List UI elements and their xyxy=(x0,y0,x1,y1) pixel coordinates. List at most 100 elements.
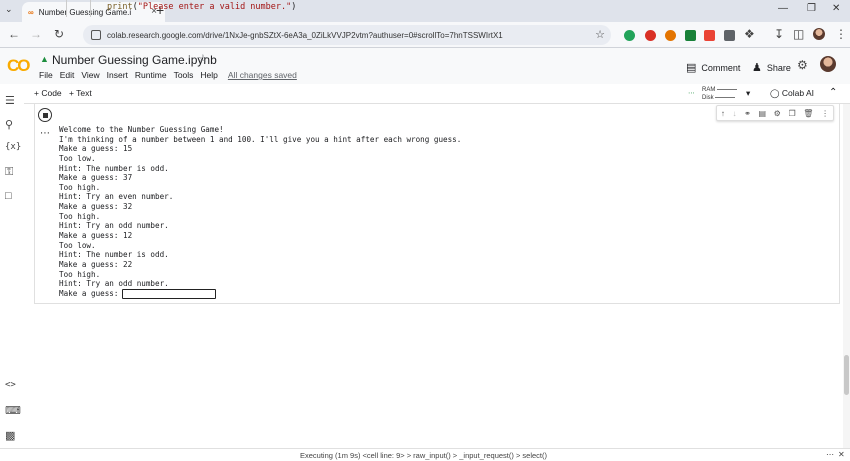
settings-gear-icon[interactable]: ⚙ xyxy=(797,58,808,72)
menu-runtime[interactable]: Runtime xyxy=(135,70,167,80)
back-arrow-icon[interactable]: ← xyxy=(8,27,20,41)
add-code-label: Code xyxy=(41,88,62,98)
reload-icon[interactable]: ↻ xyxy=(54,27,64,41)
menu-tools[interactable]: Tools xyxy=(174,70,194,80)
tab-search-chevron-icon[interactable]: ⌄ xyxy=(5,4,13,15)
secrets-key-icon[interactable]: ⚿ xyxy=(5,166,13,179)
table-of-contents-icon[interactable]: ☰ xyxy=(5,94,15,107)
extension-red-icon[interactable] xyxy=(645,30,656,41)
link-to-cell-icon[interactable]: ⚭ xyxy=(744,109,751,118)
browser-menu-kebab-icon[interactable]: ⋮ xyxy=(835,27,847,41)
forward-arrow-icon[interactable]: → xyxy=(30,27,42,41)
share-label: Share xyxy=(766,62,791,73)
code-paren-close: ) xyxy=(291,2,297,12)
vertical-scrollbar[interactable] xyxy=(843,104,850,450)
cell-output: Welcome to the Number Guessing Game! I'm … xyxy=(59,125,461,299)
menu-insert[interactable]: Insert xyxy=(107,70,128,80)
indent-guide xyxy=(66,0,67,17)
extension-orange-icon[interactable] xyxy=(665,30,676,41)
share-button[interactable]: ♟ Share xyxy=(752,61,791,74)
output-line: Hint: The number is odd. xyxy=(59,250,169,260)
indent-guide xyxy=(90,0,91,17)
code-function-name: print xyxy=(107,2,133,12)
notebook-title[interactable]: Number Guessing Game.ipynb xyxy=(52,53,217,67)
status-more-icon[interactable]: ⋯ xyxy=(826,450,834,459)
runtime-resources-indicator[interactable]: ⋯ RAM Disk xyxy=(688,86,738,102)
mirror-cell-icon[interactable]: ❐ xyxy=(788,109,795,118)
comment-button[interactable]: ▤ Comment xyxy=(686,61,740,74)
code-string-literal: "Please enter a valid number." xyxy=(137,2,292,12)
extension-green-icon[interactable] xyxy=(624,30,635,41)
output-lines: Welcome to the Number Guessing Game! I'm … xyxy=(59,125,461,289)
output-line: I'm thinking of a number between 1 and 1… xyxy=(59,134,462,144)
menu-file[interactable]: File xyxy=(39,70,53,80)
save-status-link[interactable]: All changes saved xyxy=(228,70,297,80)
colab-ai-label: Colab AI xyxy=(781,88,815,98)
output-line: Make a guess: 12 xyxy=(59,231,133,241)
search-icon[interactable]: ⚲ xyxy=(5,118,13,131)
output-line: Welcome to the Number Guessing Game! xyxy=(59,125,224,134)
cell-toolbar: ↑ ↓ ⚭ ▤ ⚙ ❐ 🗑 ⋮ xyxy=(716,105,834,121)
output-line: Hint: The number is odd. xyxy=(59,163,169,173)
bookmark-star-icon[interactable]: ☆ xyxy=(595,28,605,41)
variables-icon[interactable]: {x} xyxy=(5,142,21,152)
extension-off-icon[interactable] xyxy=(724,30,735,41)
status-close-icon[interactable]: ✕ xyxy=(838,450,845,459)
extensions-puzzle-icon[interactable]: ❖ xyxy=(744,27,755,41)
delete-cell-trash-icon[interactable]: 🗑 xyxy=(803,109,813,118)
collapse-header-chevron-icon[interactable]: ⌃ xyxy=(829,87,837,98)
output-line: Make a guess: 22 xyxy=(59,259,133,269)
code-editor-line[interactable]: print("Please enter a valid number.") xyxy=(60,0,840,17)
command-palette-icon[interactable]: ⌨ xyxy=(5,404,21,417)
output-line: Too high. xyxy=(59,269,101,279)
notebook-toolbar: + Code + Text ⋯ RAM Disk ▾ ◯ Colab AI ⌃ xyxy=(0,84,850,104)
add-code-cell-button[interactable]: + Code xyxy=(34,88,62,98)
browser-address-bar: ← → ↻ colab.research.google.com/drive/1N… xyxy=(0,22,850,48)
add-text-label: Text xyxy=(76,88,92,98)
output-line: Too low. xyxy=(59,153,96,163)
comment-icon: ▤ xyxy=(686,62,697,74)
comment-label: Comment xyxy=(701,62,741,73)
move-cell-up-icon[interactable]: ↑ xyxy=(721,109,725,118)
colab-ai-button[interactable]: ◯ Colab AI xyxy=(770,88,814,99)
terminal-icon[interactable]: ▩ xyxy=(5,429,15,442)
url-text: colab.research.google.com/drive/1NxJe-gn… xyxy=(107,30,503,40)
runtime-dropdown-icon[interactable]: ▾ xyxy=(746,88,750,99)
disk-meter xyxy=(715,96,736,98)
code-snippets-icon[interactable]: <> xyxy=(5,380,16,390)
colab-logo[interactable]: CO xyxy=(7,56,30,76)
side-panel-icon[interactable]: ◫ xyxy=(793,27,804,41)
extension-leaf-icon[interactable] xyxy=(685,30,696,41)
menu-edit[interactable]: Edit xyxy=(60,70,75,80)
cell-settings-gear-icon[interactable]: ⚙ xyxy=(774,109,781,118)
colab-ai-icon: ◯ xyxy=(770,88,780,98)
site-info-icon[interactable] xyxy=(91,30,101,40)
files-folder-icon[interactable]: □ xyxy=(5,190,12,202)
disk-label: Disk xyxy=(702,95,714,101)
downloads-icon[interactable]: ↧ xyxy=(774,27,784,41)
menu-help[interactable]: Help xyxy=(200,70,217,80)
google-drive-icon: ▲ xyxy=(40,54,49,64)
stdin-input[interactable] xyxy=(122,288,217,299)
output-line: Make a guess: 32 xyxy=(59,202,133,212)
output-actions-ellipsis-icon[interactable]: ⋯ xyxy=(40,128,51,139)
add-comment-icon[interactable]: ▤ xyxy=(758,109,766,118)
scrollbar-thumb[interactable] xyxy=(844,355,849,395)
url-field[interactable]: colab.research.google.com/drive/1NxJe-gn… xyxy=(83,25,611,45)
star-notebook-icon[interactable]: ☆ xyxy=(198,52,208,65)
colab-favicon-icon: ∞ xyxy=(28,7,34,17)
code-text: print("Please enter a valid number.") xyxy=(107,2,296,12)
stop-execution-button[interactable] xyxy=(38,108,52,122)
more-cell-actions-kebab-icon[interactable]: ⋮ xyxy=(821,109,829,118)
connected-check-icon: ⋯ xyxy=(688,90,695,97)
move-cell-down-icon[interactable]: ↓ xyxy=(732,109,736,118)
stop-square-icon xyxy=(42,112,48,118)
output-line: Hint: Try an odd number. xyxy=(59,279,169,289)
extension-arrow-icon[interactable] xyxy=(704,30,715,41)
add-text-cell-button[interactable]: + Text xyxy=(69,88,92,98)
profile-avatar[interactable] xyxy=(813,28,825,40)
output-line: Make a guess: 37 xyxy=(59,173,133,183)
account-avatar[interactable] xyxy=(820,56,836,72)
output-line: Hint: Try an odd number. xyxy=(59,221,169,231)
menu-view[interactable]: View xyxy=(81,70,99,80)
